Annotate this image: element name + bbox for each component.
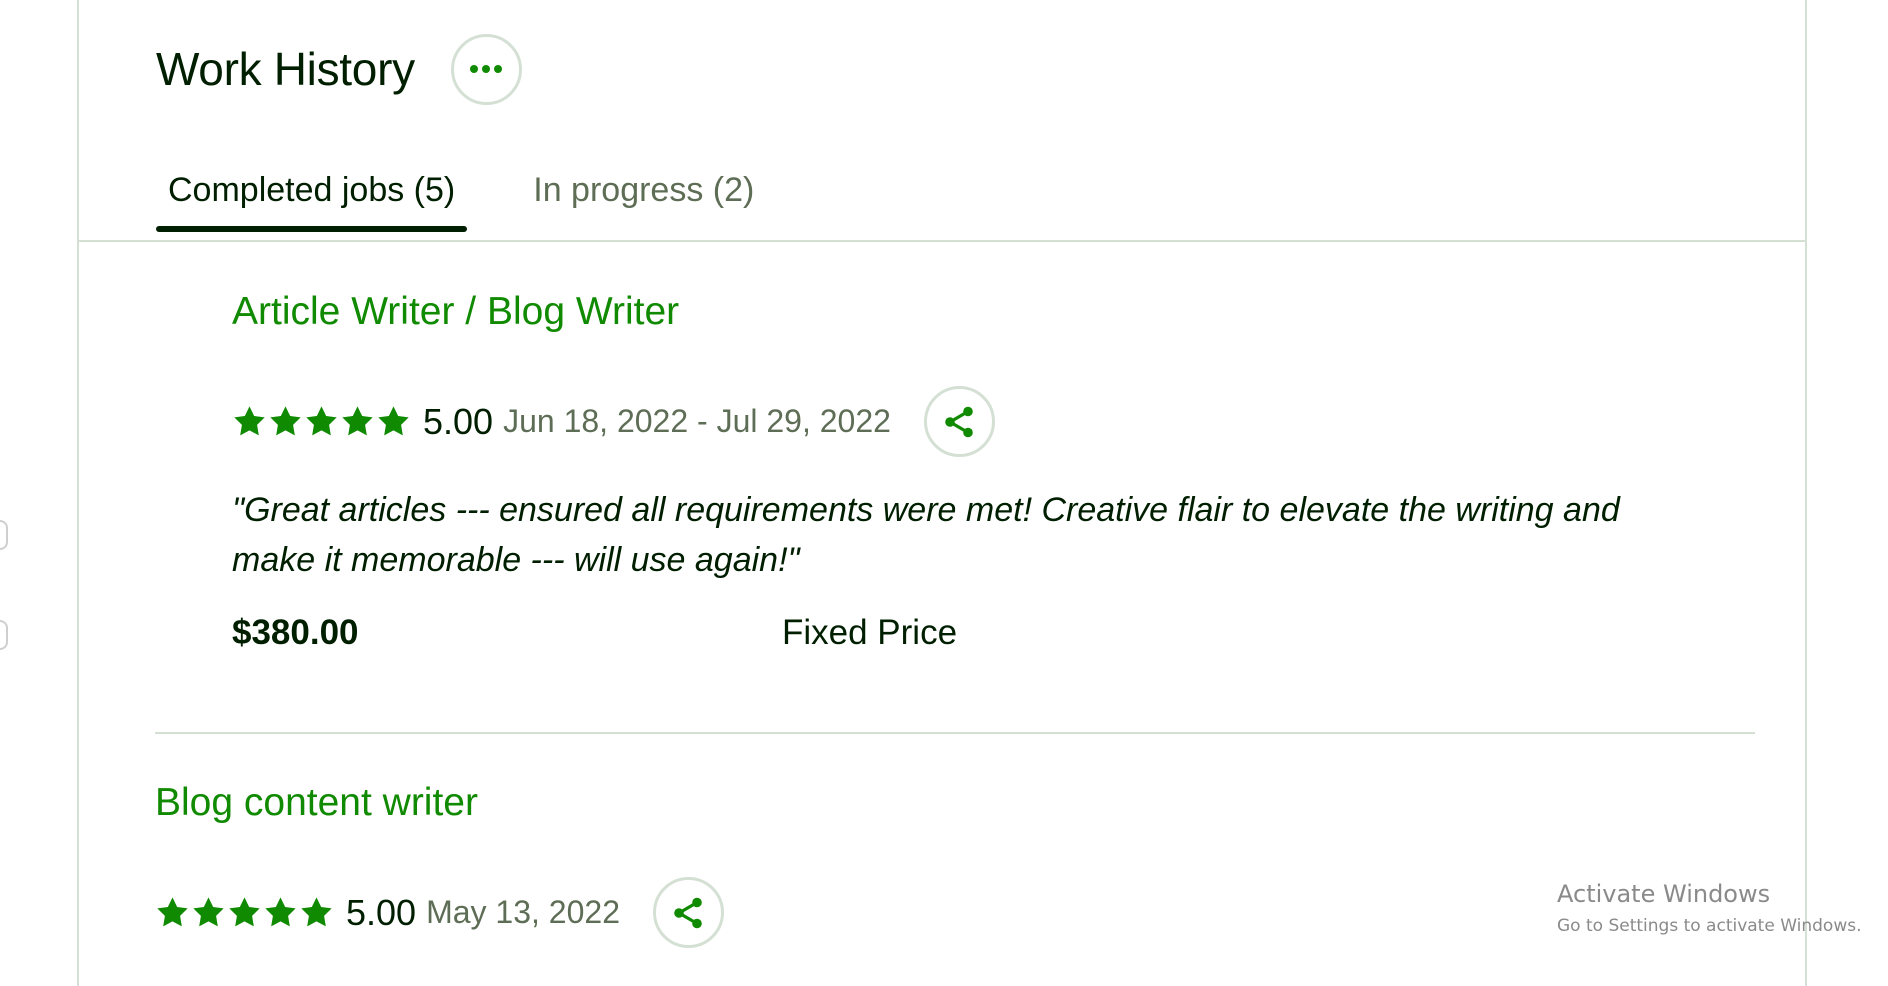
- star-icon: [193, 897, 224, 927]
- star-icon: [342, 406, 373, 436]
- job-item: Blog content writer 5.00 May 13, 2022: [155, 781, 1731, 948]
- job-dates: May 13, 2022: [426, 894, 620, 930]
- star-icon: [234, 406, 265, 436]
- star-rating: [232, 404, 412, 439]
- watermark-subtitle: Go to Settings to activate Windows.: [1557, 916, 1862, 936]
- more-horizontal-icon: [470, 65, 503, 73]
- client-feedback: "Great articles --- ensured all requirem…: [232, 485, 1808, 585]
- watermark-title: Activate Windows: [1557, 880, 1771, 908]
- job-title-link[interactable]: Article Writer / Blog Writer: [232, 290, 679, 334]
- star-icon: [229, 897, 260, 927]
- rating-row: 5.00 May 13, 2022: [155, 877, 1731, 948]
- star-icon: [265, 897, 296, 927]
- star-icon: [301, 897, 332, 927]
- star-icon: [378, 406, 409, 436]
- rating-row: 5.00 Jun 18, 2022 - Jul 29, 2022: [232, 386, 1808, 457]
- section-title: Work History: [156, 43, 415, 95]
- job-item: Article Writer / Blog Writer 5.00 Jun 18…: [232, 290, 1808, 653]
- price-type: Fixed Price: [782, 613, 958, 652]
- star-icon: [306, 406, 337, 436]
- section-header: Work History: [156, 30, 522, 108]
- job-title-link[interactable]: Blog content writer: [155, 781, 478, 825]
- job-amount: $380.00: [232, 613, 359, 652]
- feedback-line: make it memorable --- will use again!": [232, 541, 800, 579]
- star-rating: [155, 895, 335, 930]
- star-icon: [157, 897, 188, 927]
- edge-mark: [0, 620, 8, 650]
- rating-score: 5.00: [346, 891, 417, 933]
- more-options-button[interactable]: [450, 33, 522, 105]
- share-button[interactable]: [652, 877, 724, 948]
- job-dates: Jun 18, 2022 - Jul 29, 2022: [503, 403, 891, 439]
- tabs-divider: [79, 240, 1805, 242]
- tab-in-progress[interactable]: In progress (2): [521, 165, 766, 232]
- edge-mark: [0, 520, 8, 550]
- job-divider: [155, 732, 1755, 734]
- activate-windows-watermark: Activate Windows Go to Settings to activ…: [1557, 880, 1862, 936]
- left-edge-marks: [0, 520, 8, 720]
- work-history-card: Work History Completed jobs (5) In progr…: [77, 0, 1807, 986]
- rating-score: 5.00: [423, 400, 494, 442]
- price-row: $380.00 Fixed Price: [232, 613, 1808, 653]
- feedback-line: "Great articles --- ensured all requirem…: [232, 491, 1620, 529]
- share-icon: [674, 897, 703, 928]
- tab-completed-jobs[interactable]: Completed jobs (5): [156, 165, 468, 232]
- share-icon: [945, 406, 974, 437]
- star-icon: [270, 406, 301, 436]
- work-history-tabs: Completed jobs (5) In progress (2): [156, 165, 766, 232]
- share-button[interactable]: [923, 386, 995, 457]
